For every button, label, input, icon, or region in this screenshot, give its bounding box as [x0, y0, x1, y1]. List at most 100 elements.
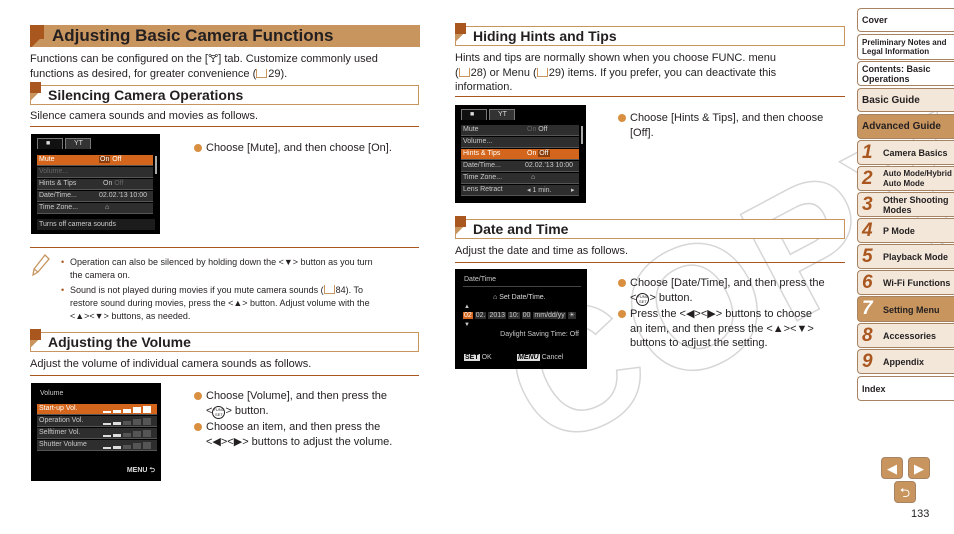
- sidebar-chapter-1[interactable]: 1 Camera Basics: [857, 140, 954, 165]
- camera-icon: ■: [470, 111, 475, 118]
- divider: [30, 375, 419, 376]
- volume-bar-segment: [133, 431, 141, 437]
- volume-bar-segment: [133, 419, 141, 425]
- previous-page-button[interactable]: ◀: [881, 457, 903, 479]
- right-arrow-icon: ▶: [914, 461, 924, 476]
- page-title-bar: Adjusting Basic Camera Functions: [30, 25, 420, 47]
- datetime-desc: Adjust the date and time as follows.: [455, 245, 629, 257]
- sidebar-chapter-3[interactable]: 3 Other Shooting Modes: [857, 192, 954, 217]
- volume-bar-segment: [103, 447, 111, 449]
- sidebar-chapter-8[interactable]: 8 Accessories: [857, 323, 954, 348]
- sidebar-item-index[interactable]: Index: [857, 376, 954, 401]
- menu-row-hints: Hints & Tips On Off: [37, 179, 153, 190]
- volume-bar-segment: [113, 433, 121, 437]
- sidebar-chapter-7[interactable]: 7 Setting Menu: [857, 296, 954, 322]
- book-ref-icon: [458, 67, 470, 77]
- volume-bar-segment: [133, 443, 141, 449]
- home-icon: ⌂: [105, 204, 110, 211]
- menu-row-timezone: Time Zone... ⌂: [37, 203, 153, 214]
- book-ref-icon: [256, 68, 268, 78]
- volume-bar-segment: [103, 411, 111, 413]
- sidebar-chapter-6[interactable]: 6 Wi-Fi Functions: [857, 270, 954, 295]
- page-number: 133: [911, 508, 930, 520]
- camera-icon: ■: [46, 140, 51, 147]
- next-page-button[interactable]: ▶: [908, 457, 930, 479]
- menu-row-mute: Mute On Off: [461, 125, 579, 136]
- tab-setup: ΥΤ: [65, 138, 91, 149]
- tab-camera: ■: [461, 109, 487, 120]
- volume-bar-segment: [143, 442, 151, 449]
- dst-sun-icon: ☀: [567, 312, 576, 319]
- step-bullet: Choose an item, and then press the <◀><▶…: [193, 420, 413, 449]
- volume-bar-segment: [103, 435, 111, 437]
- return-arrow-icon: ⮌: [899, 485, 911, 500]
- note-item: Operation can also be silenced by holdin…: [60, 256, 415, 282]
- page-title: Adjusting Basic Camera Functions: [52, 26, 334, 45]
- menu-row-hints: Hints & Tips On Off: [461, 149, 579, 160]
- volume-level-bars: [103, 430, 155, 437]
- sidebar-item-preliminary-notes[interactable]: Preliminary Notes and Legal Information: [857, 34, 954, 60]
- home-icon: ⌂: [531, 174, 536, 181]
- menu-row-datetime: Date/Time... 02.02.'13 10:00: [37, 191, 153, 202]
- step-bullet: Choose [Mute], and then choose [On].: [193, 141, 392, 156]
- camera-screen-datetime: Date/Time ⌂ Set Date/Time. ▲ 02 02. 2013…: [455, 269, 587, 369]
- volume-bar-segment: [113, 421, 121, 425]
- back-button[interactable]: ⮌: [894, 481, 916, 503]
- volume-bar-segment: [123, 408, 131, 413]
- menu-row-lens-retract: Lens Retract ◂ 1 min. ▸: [461, 185, 579, 196]
- menu-row-volume: Volume...: [461, 137, 579, 148]
- divider: [30, 247, 419, 248]
- volume-row: Operation Vol.: [37, 416, 157, 427]
- sidebar-item-advanced-guide[interactable]: Advanced Guide: [857, 114, 954, 139]
- set-button-icon: SET: [464, 354, 480, 361]
- volume-bar-segment: [113, 445, 121, 449]
- section-heading-hints: Hiding Hints and Tips: [455, 23, 845, 46]
- divider: [455, 96, 845, 97]
- sidebar-chapter-2[interactable]: 2 Auto Mode/Hybrid Auto Mode: [857, 166, 954, 191]
- tab-camera: ■: [37, 138, 63, 149]
- volume-bar-segment: [143, 430, 151, 437]
- silencing-desc: Silence camera sounds and movies as foll…: [30, 110, 259, 122]
- sidebar-item-contents[interactable]: Contents: Basic Operations: [857, 61, 954, 86]
- volume-bar-segment: [123, 420, 131, 425]
- menu-button-icon: MENU: [517, 354, 540, 361]
- date-fields: 02 02. 2013 10: 00 mm/dd/yy ☀: [463, 312, 576, 319]
- menu-row-mute: Mute On Off: [37, 155, 153, 166]
- book-ref-icon: [536, 67, 548, 77]
- menu-row-datetime: Date/Time... 02.02.'13 10:00: [461, 161, 579, 172]
- step-bullet: Choose [Volume], and then press the <FUN…: [193, 389, 413, 419]
- volume-bar-segment: [123, 432, 131, 437]
- sidebar-chapter-5[interactable]: 5 Playback Mode: [857, 244, 954, 269]
- sidebar-item-basic-guide[interactable]: Basic Guide: [857, 88, 954, 112]
- volume-bar-segment: [113, 409, 121, 413]
- pencil-icon: [32, 254, 50, 277]
- volume-level-bars: [103, 406, 155, 413]
- divider: [455, 262, 845, 263]
- sidebar-chapter-9[interactable]: 9 Appendix: [857, 349, 954, 374]
- hint-text: Turns off camera sounds: [37, 219, 155, 230]
- volume-bar-segment: [103, 423, 111, 425]
- volume-level-bars: [103, 418, 155, 425]
- volume-desc: Adjust the volume of individual camera s…: [30, 358, 312, 370]
- heading-marker-icon: [30, 25, 44, 39]
- volume-bar-segment: [143, 418, 151, 425]
- volume-row: Selftimer Vol.: [37, 428, 157, 439]
- intro-text: Functions can be configured on the [🝖] t…: [30, 53, 378, 80]
- divider: [30, 126, 419, 127]
- menu-row-timezone: Time Zone... ⌂: [461, 173, 579, 184]
- volume-bar-segment: [143, 406, 151, 413]
- menu-back-label: MENU ⮌: [126, 467, 155, 474]
- volume-bar-segment: [123, 444, 131, 449]
- heading-marker-icon: [455, 216, 466, 227]
- down-arrow-icon: ▼: [464, 322, 470, 328]
- camera-screen-hints: ■ ΥΤ Mute On Off Volume... Hints & Tips …: [455, 105, 586, 203]
- tab-setup: ΥΤ: [489, 109, 515, 120]
- section-heading-datetime: Date and Time: [455, 216, 845, 239]
- sidebar-item-cover[interactable]: Cover: [857, 8, 954, 32]
- section-heading-volume: Adjusting the Volume: [30, 329, 419, 352]
- camera-screen-volume: Volume Start-up Vol. Operation Vol. Self…: [31, 383, 161, 481]
- home-icon: ⌂: [493, 294, 498, 301]
- heading-marker-icon: [30, 329, 41, 340]
- sidebar-chapter-4[interactable]: 4P Mode: [857, 218, 954, 243]
- heading-marker-icon: [30, 82, 41, 93]
